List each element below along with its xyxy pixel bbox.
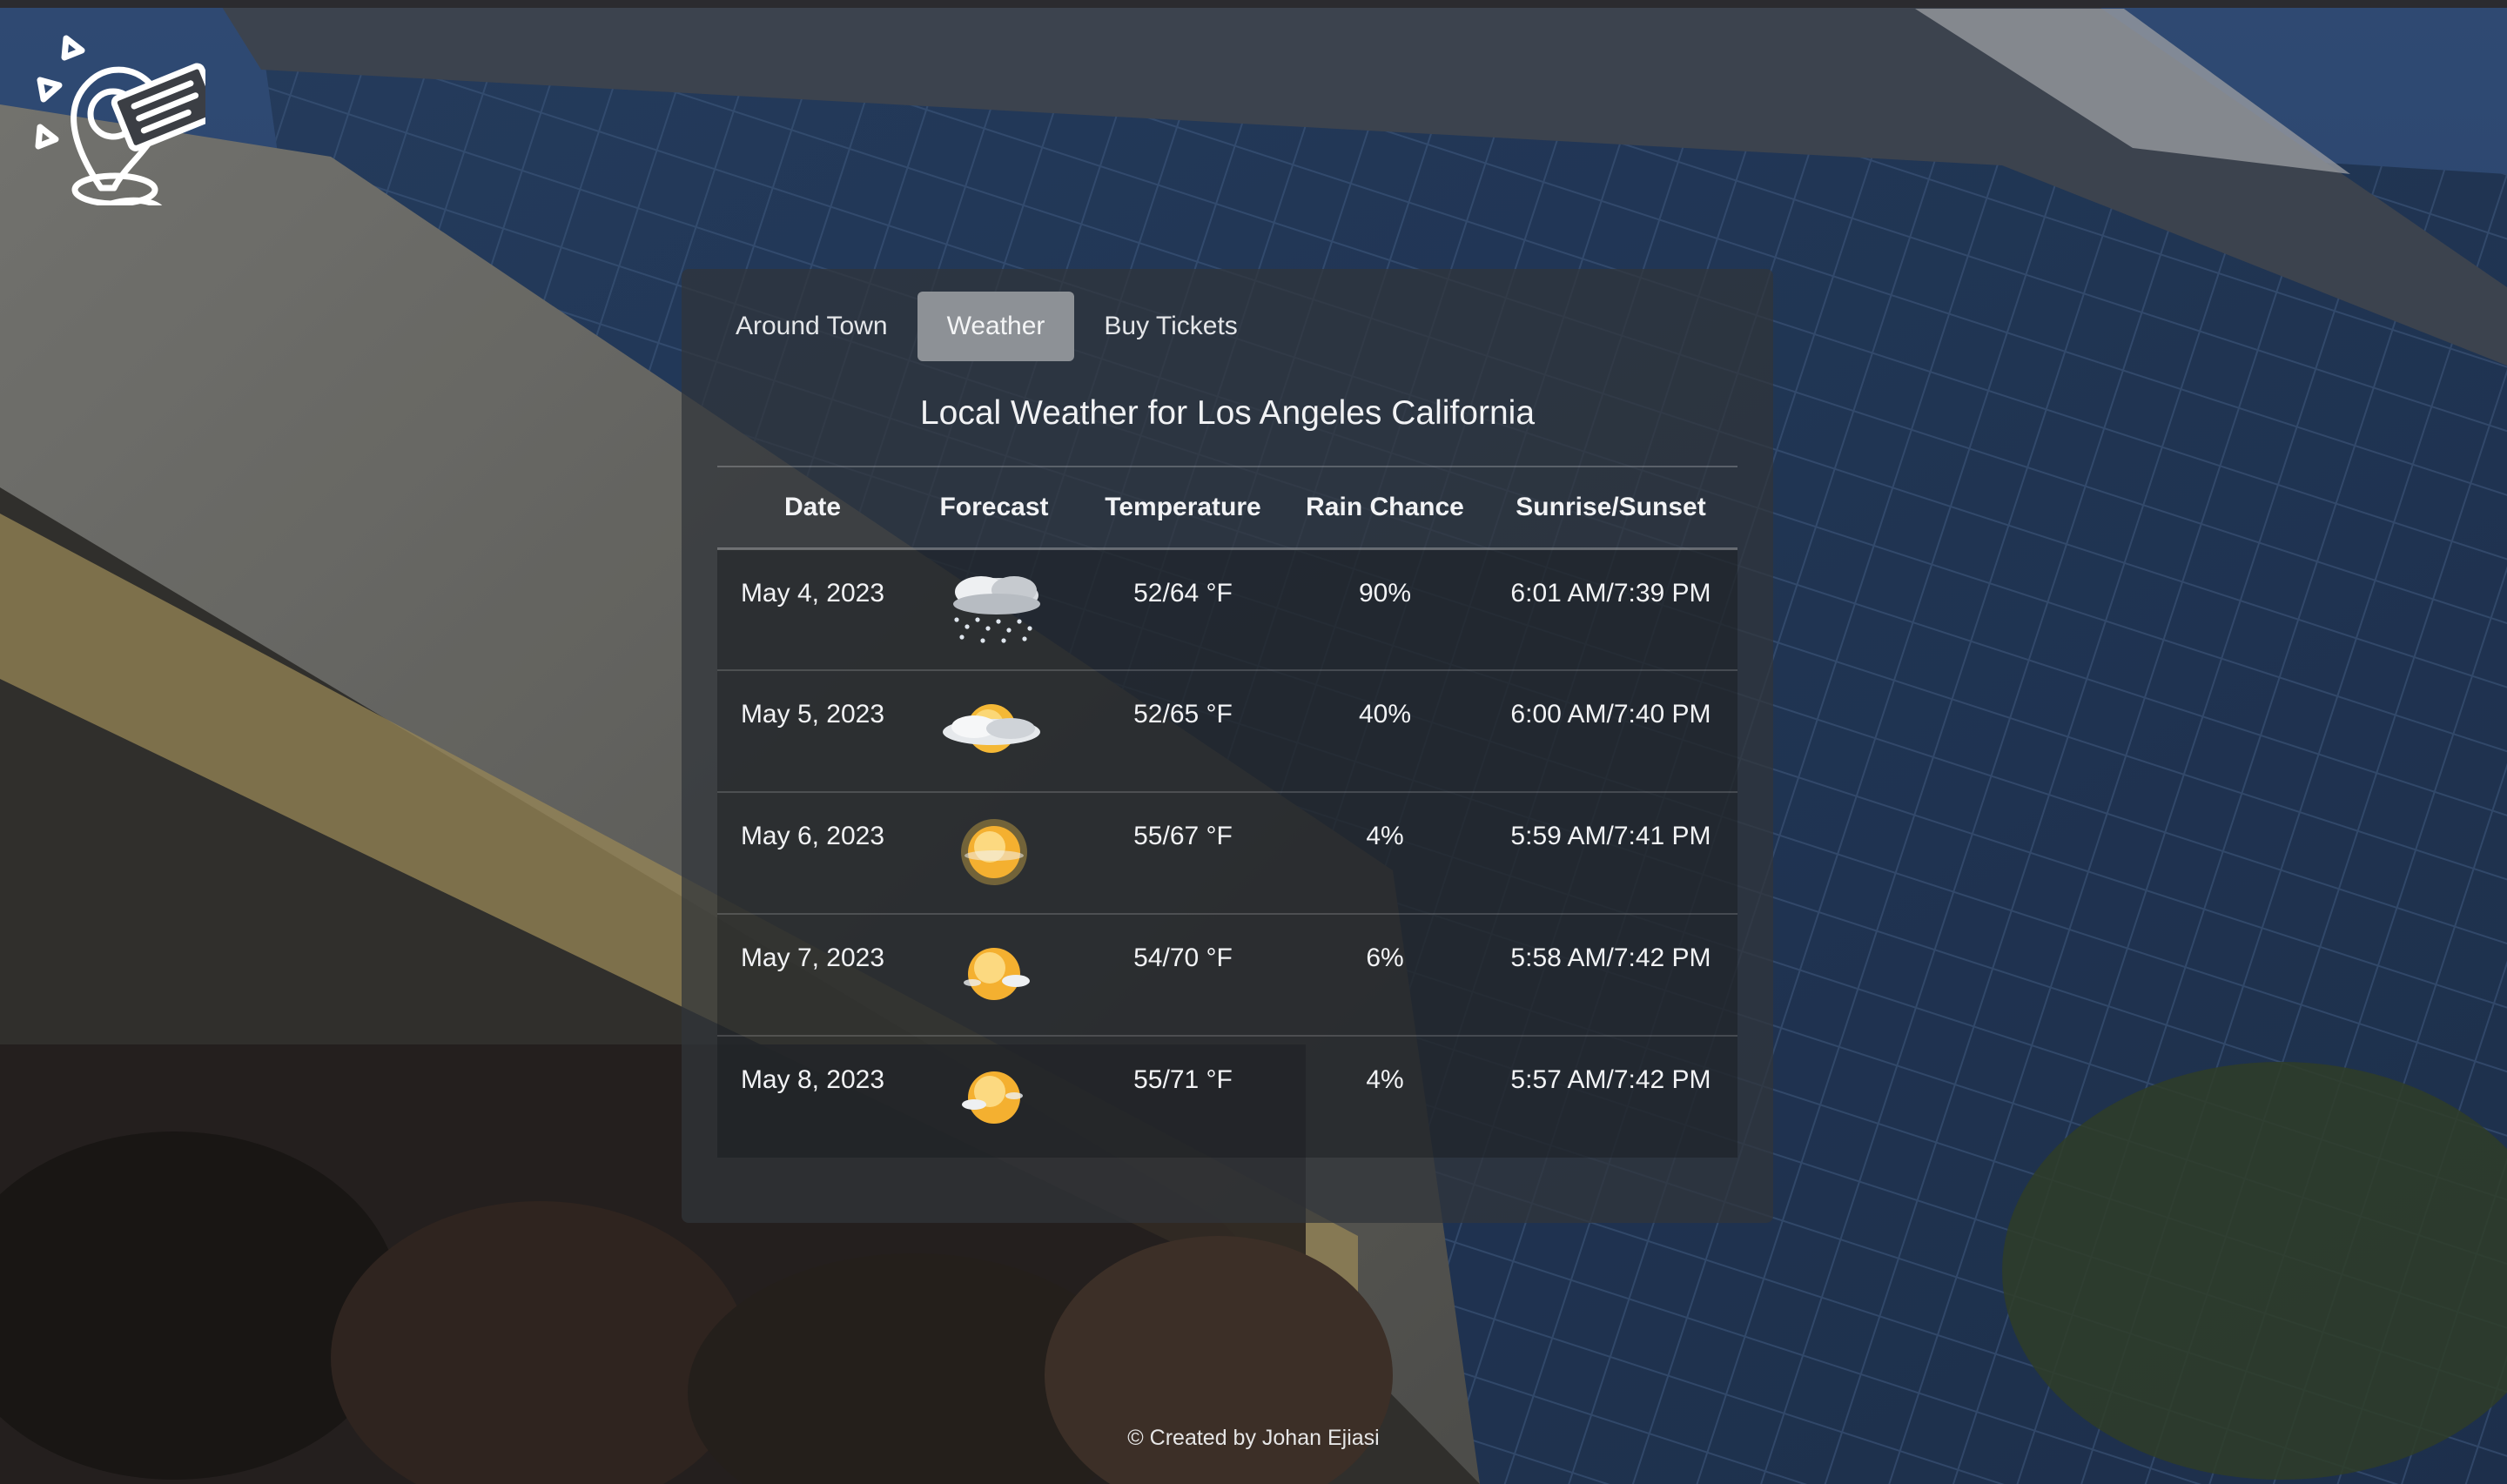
tab-around-town[interactable]: Around Town bbox=[706, 292, 917, 361]
temperature-cell: 54/70 °F bbox=[1080, 913, 1286, 1036]
tab-bar: Around Town Weather Buy Tickets bbox=[706, 292, 1267, 361]
rain-chance-cell: 40% bbox=[1286, 669, 1484, 792]
sunrise-sunset-cell: 6:00 AM/7:40 PM bbox=[1484, 669, 1737, 792]
sun-small-cloud-icon bbox=[964, 948, 1030, 1000]
rain-chance-cell: 90% bbox=[1358, 578, 1412, 608]
table-row: May 4, 2023 52/64 °F 90% 6:01 AM/7:39 PM bbox=[717, 548, 1737, 670]
sunrise-sunset-cell: 5:57 AM/7:42 PM bbox=[1484, 1035, 1737, 1158]
temperature-cell: 52/65 °F bbox=[1080, 669, 1286, 792]
top-edge-bar bbox=[0, 0, 2507, 8]
date-cell: May 8, 2023 bbox=[717, 1035, 908, 1158]
forecast-cell bbox=[908, 548, 1080, 670]
footer-credit: © Created by Johan Ejiasi bbox=[1127, 1426, 1380, 1450]
table-header-row: Date Forecast Temperature Rain Chance Su… bbox=[717, 466, 1737, 550]
sun-small-cloud-icon bbox=[962, 1071, 1023, 1124]
temperature-cell: 55/67 °F bbox=[1080, 791, 1286, 914]
date-cell: May 4, 2023 bbox=[740, 578, 885, 608]
temperature-cell: 52/64 °F bbox=[1133, 578, 1233, 608]
rain-chance-cell: 4% bbox=[1286, 1035, 1484, 1158]
weather-table: Date Forecast Temperature Rain Chance Su… bbox=[717, 466, 1737, 1158]
tab-weather[interactable]: Weather bbox=[917, 292, 1075, 361]
column-header-rain-chance: Rain Chance bbox=[1286, 466, 1484, 550]
table-row: May 7, 2023 54/70 °F 6% 5:58 AM/7:42 PM bbox=[717, 913, 1737, 1036]
tab-buy-tickets[interactable]: Buy Tickets bbox=[1074, 292, 1267, 361]
forecast-cell bbox=[908, 1035, 1080, 1158]
sunrise-sunset-cell: 6:01 AM/7:39 PM bbox=[1510, 578, 1711, 608]
partly-cloudy-icon bbox=[943, 704, 1040, 753]
column-header-sunrise-sunset: Sunrise/Sunset bbox=[1484, 466, 1737, 550]
column-header-forecast: Forecast bbox=[908, 466, 1080, 550]
forecast-cell bbox=[908, 791, 1080, 914]
location-ticket-logo-icon[interactable] bbox=[31, 31, 222, 218]
column-header-date: Date bbox=[717, 466, 908, 550]
rain-chance-cell: 6% bbox=[1286, 913, 1484, 1036]
sunrise-sunset-cell: 5:59 AM/7:41 PM bbox=[1484, 791, 1737, 914]
date-cell: May 5, 2023 bbox=[717, 669, 908, 792]
forecast-cell bbox=[908, 913, 1080, 1036]
rain-chance-cell: 4% bbox=[1286, 791, 1484, 914]
temperature-cell: 55/71 °F bbox=[1080, 1035, 1286, 1158]
column-header-temperature: Temperature bbox=[1080, 466, 1286, 550]
sun-haze-icon bbox=[961, 819, 1027, 885]
table-row: May 5, 2023 52/65 °F 40% 6:00 AM/7:40 PM bbox=[717, 669, 1737, 792]
date-cell: May 6, 2023 bbox=[717, 791, 908, 914]
weather-panel: Around Town Weather Buy Tickets Local We… bbox=[682, 269, 1773, 1223]
forecast-cell bbox=[908, 669, 1080, 792]
rain-cloud-icon bbox=[953, 575, 1040, 643]
page-title: Local Weather for Los Angeles California bbox=[919, 394, 1536, 432]
date-cell: May 7, 2023 bbox=[717, 913, 908, 1036]
sunrise-sunset-cell: 5:58 AM/7:42 PM bbox=[1484, 913, 1737, 1036]
table-row: May 8, 2023 55/71 °F 4% 5:57 AM/7:42 PM bbox=[717, 1035, 1737, 1158]
table-row: May 6, 2023 55/67 °F 4% 5:59 AM/7:41 PM bbox=[717, 791, 1737, 914]
